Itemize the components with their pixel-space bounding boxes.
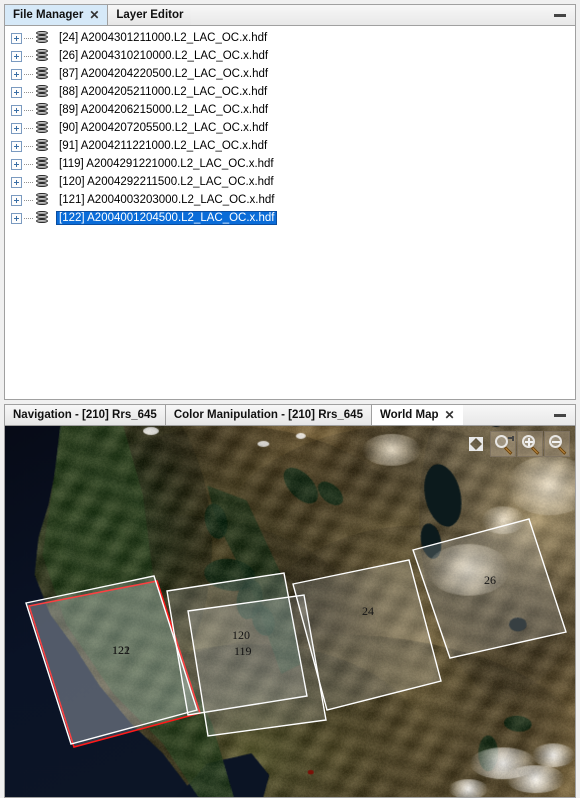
file-tree-row-label: [87] A2004204220500.L2_LAC_OC.x.hdf — [59, 68, 269, 80]
tree-connector — [24, 55, 33, 57]
dataset-icon — [35, 193, 50, 207]
expand-plus-icon[interactable] — [11, 122, 22, 134]
tree-connector — [24, 217, 33, 219]
expand-plus-icon[interactable] — [11, 50, 22, 62]
tab-color-manipulation[interactable]: Color Manipulation - [210] Rrs_645 — [164, 404, 371, 426]
tree-connector — [24, 199, 33, 201]
expand-plus-icon[interactable] — [11, 176, 22, 188]
tree-connector — [24, 37, 33, 39]
minimize-icon[interactable] — [554, 413, 566, 417]
expand-plus-icon[interactable] — [11, 104, 22, 116]
swath-label-24: 24 — [362, 604, 374, 618]
dataset-icon — [35, 157, 50, 171]
swath-label-26: 26 — [484, 573, 496, 587]
zoom-in-icon[interactable] — [517, 431, 543, 457]
zoom-reset-icon[interactable] — [490, 431, 516, 457]
zoom-out-icon[interactable] — [544, 431, 570, 457]
dataset-icon — [35, 121, 50, 135]
file-manager-tabstrip-filler — [191, 4, 576, 26]
bottom-tabstrip-filler — [462, 404, 576, 426]
file-tree-row-label: [119] A2004291221000.L2_LAC_OC.x.hdf — [59, 158, 274, 170]
expand-plus-icon[interactable] — [11, 86, 22, 98]
file-tree-row-label: [89] A2004206215000.L2_LAC_OC.x.hdf — [59, 104, 269, 116]
fit-to-view-icon[interactable] — [463, 431, 489, 457]
tab-navigation-label: Navigation - [210] Rrs_645 — [13, 409, 157, 421]
bottom-tabstrip: Navigation - [210] Rrs_645 Color Manipul… — [4, 404, 576, 426]
file-tree-row[interactable]: [88] A2004205211000.L2_LAC_OC.x.hdf — [5, 83, 575, 101]
world-map-view[interactable]: 121 122 120 119 24 26 — [4, 426, 576, 798]
file-tree-row-label: [121] A2004003203000.L2_LAC_OC.x.hdf — [59, 194, 275, 206]
tree-connector — [24, 145, 33, 147]
expand-plus-icon[interactable] — [11, 140, 22, 152]
file-tree-row-label: [26] A2004310210000.L2_LAC_OC.x.hdf — [59, 50, 269, 62]
file-tree-row[interactable]: [119] A2004291221000.L2_LAC_OC.x.hdf — [5, 155, 575, 173]
expand-plus-icon[interactable] — [11, 212, 22, 224]
expand-plus-icon[interactable] — [11, 158, 22, 170]
swath-label-120: 120 — [232, 628, 250, 642]
tab-file-manager-label: File Manager — [13, 9, 84, 21]
tree-connector — [24, 109, 33, 111]
tree-connector — [24, 127, 33, 129]
close-icon[interactable]: ✕ — [89, 9, 99, 21]
file-tree-row[interactable]: [24] A2004301211000.L2_LAC_OC.x.hdf — [5, 29, 575, 47]
file-tree-row-label: [122] A2004001204500.L2_LAC_OC.x.hdf — [55, 211, 278, 225]
file-tree-row[interactable]: [91] A2004211221000.L2_LAC_OC.x.hdf — [5, 137, 575, 155]
dataset-icon — [35, 103, 50, 117]
dataset-icon — [35, 139, 50, 153]
dataset-icon — [35, 211, 50, 225]
file-tree-row[interactable]: [122] A2004001204500.L2_LAC_OC.x.hdf — [5, 209, 575, 227]
dataset-icon — [35, 31, 50, 45]
tab-world-map-label: World Map — [379, 409, 439, 421]
tree-connector — [24, 91, 33, 93]
tree-connector — [24, 73, 33, 75]
file-tree-row-label: [90] A2004207205500.L2_LAC_OC.x.hdf — [59, 122, 269, 134]
satellite-basemap — [5, 426, 575, 797]
expand-plus-icon[interactable] — [11, 194, 22, 206]
expand-plus-icon[interactable] — [11, 32, 22, 44]
dataset-icon — [35, 85, 50, 99]
file-manager-panel: File Manager ✕ Layer Editor [24] A200430… — [4, 4, 576, 400]
file-tree-row[interactable]: [121] A2004003203000.L2_LAC_OC.x.hdf — [5, 191, 575, 209]
dataset-icon — [35, 67, 50, 81]
file-tree-row[interactable]: [26] A2004310210000.L2_LAC_OC.x.hdf — [5, 47, 575, 65]
file-tree[interactable]: [24] A2004301211000.L2_LAC_OC.x.hdf [26] … — [4, 26, 576, 400]
tab-layer-editor[interactable]: Layer Editor — [107, 4, 192, 26]
close-icon[interactable]: ✕ — [445, 409, 455, 421]
tab-navigation[interactable]: Navigation - [210] Rrs_645 — [4, 404, 165, 426]
world-map-panel: Navigation - [210] Rrs_645 Color Manipul… — [4, 400, 576, 798]
tab-color-manipulation-label: Color Manipulation - [210] Rrs_645 — [173, 409, 363, 421]
file-tree-row-label: [88] A2004205211000.L2_LAC_OC.x.hdf — [59, 86, 268, 98]
tab-file-manager[interactable]: File Manager ✕ — [4, 4, 108, 26]
file-tree-row-label: [91] A2004211221000.L2_LAC_OC.x.hdf — [59, 140, 268, 152]
file-tree-row[interactable]: [87] A2004204220500.L2_LAC_OC.x.hdf — [5, 65, 575, 83]
map-toolbar — [463, 431, 570, 457]
tree-connector — [24, 181, 33, 183]
swath-label-119: 119 — [234, 644, 252, 658]
file-tree-row[interactable]: [120] A2004292211500.L2_LAC_OC.x.hdf — [5, 173, 575, 191]
swath-label-122: 122 — [112, 643, 130, 657]
application-window: File Manager ✕ Layer Editor [24] A200430… — [0, 0, 580, 798]
dataset-icon — [35, 175, 50, 189]
tab-world-map[interactable]: World Map ✕ — [370, 404, 463, 426]
file-tree-row-label: [24] A2004301211000.L2_LAC_OC.x.hdf — [59, 32, 268, 44]
tree-connector — [24, 163, 33, 165]
file-tree-row[interactable]: [90] A2004207205500.L2_LAC_OC.x.hdf — [5, 119, 575, 137]
file-tree-row[interactable]: [89] A2004206215000.L2_LAC_OC.x.hdf — [5, 101, 575, 119]
minimize-icon[interactable] — [554, 13, 566, 17]
dataset-icon — [35, 49, 50, 63]
tab-layer-editor-label: Layer Editor — [116, 9, 184, 21]
expand-plus-icon[interactable] — [11, 68, 22, 80]
file-manager-tabstrip: File Manager ✕ Layer Editor — [4, 4, 576, 26]
file-tree-row-label: [120] A2004292211500.L2_LAC_OC.x.hdf — [59, 176, 274, 188]
